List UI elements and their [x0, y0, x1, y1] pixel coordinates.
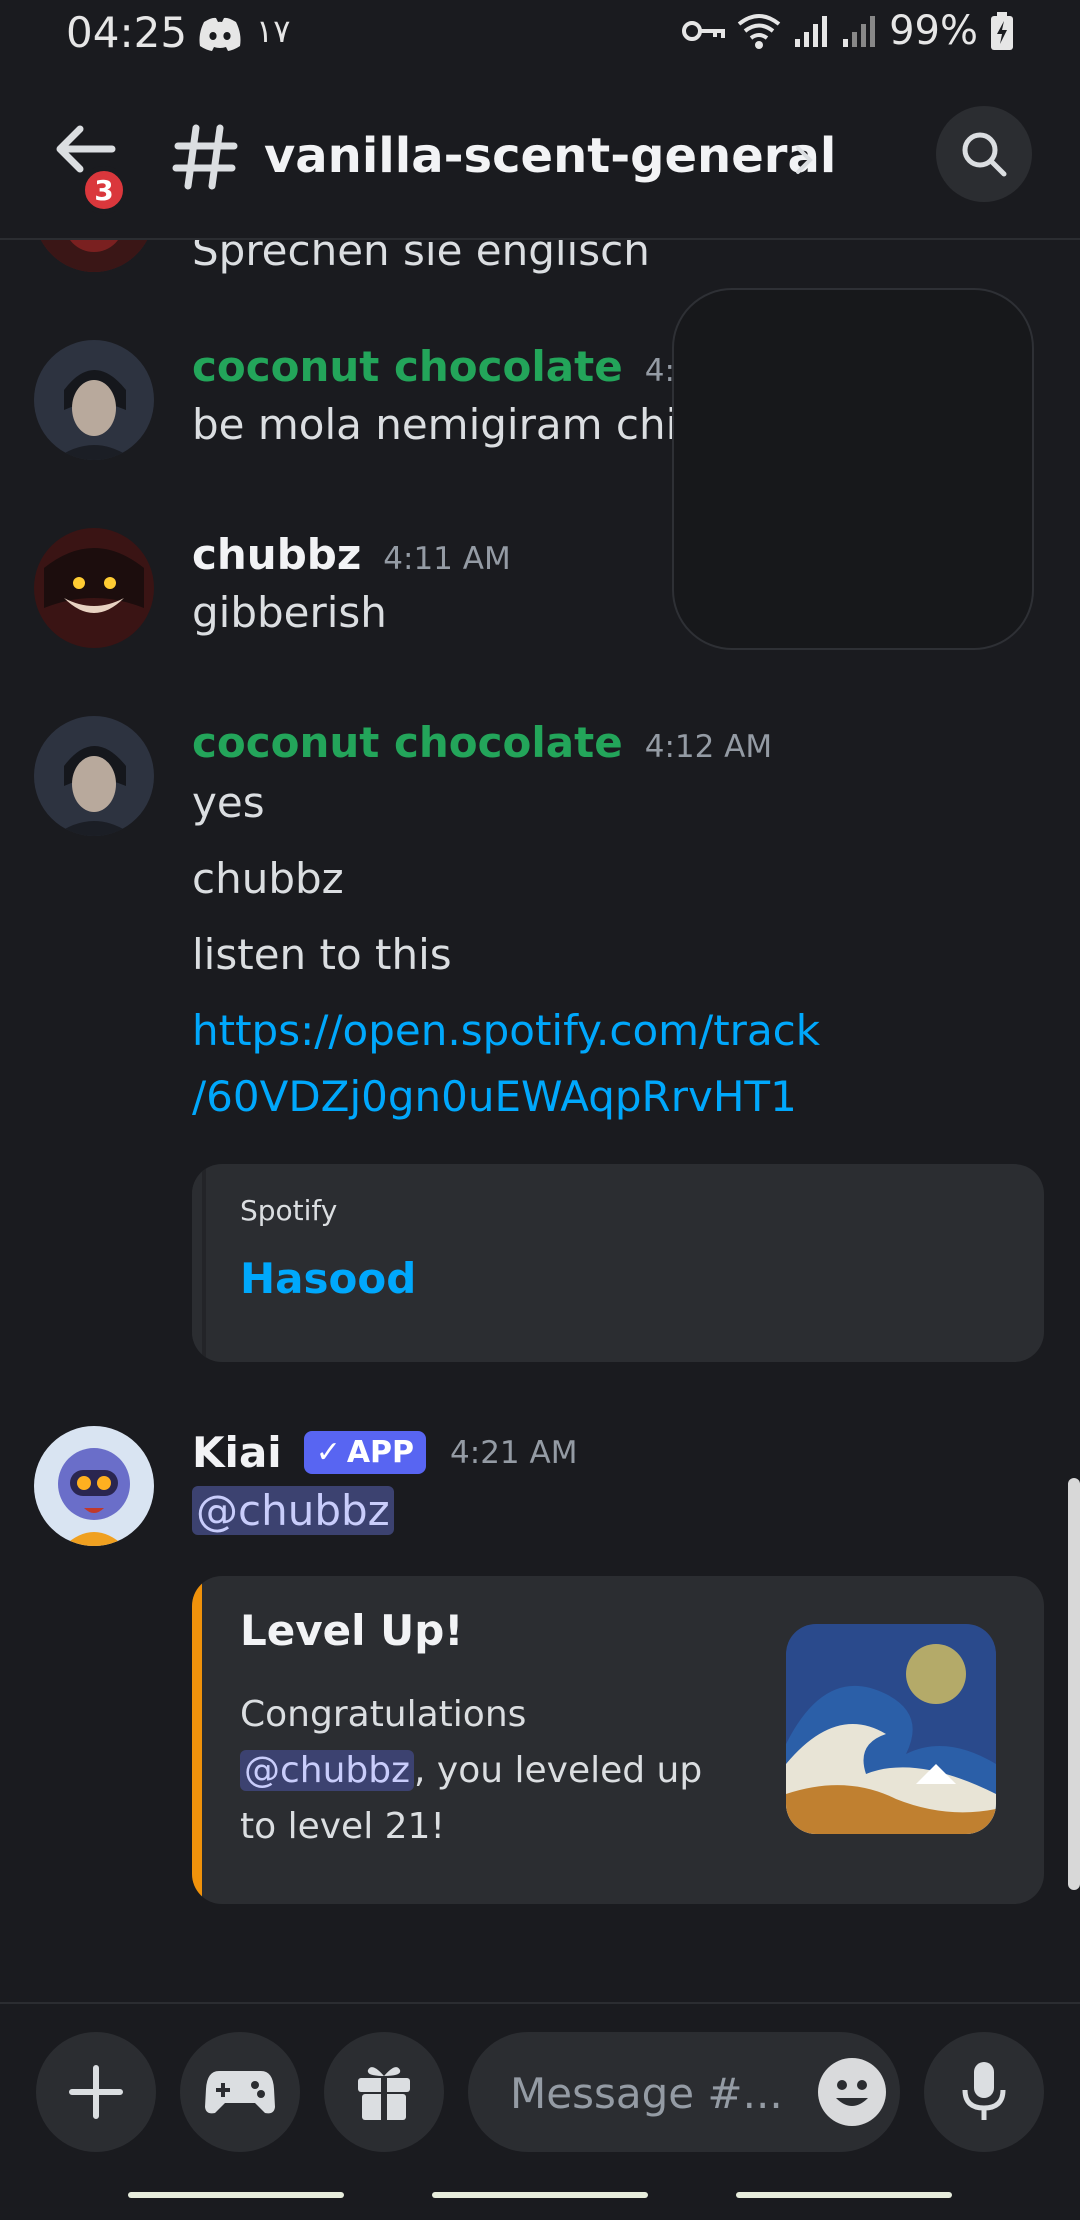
emoji-icon: [836, 2080, 868, 2106]
floating-overlay[interactable]: [672, 288, 1034, 650]
avatar-image: [34, 716, 154, 836]
message-input[interactable]: [468, 2032, 900, 2154]
gift-icon: [358, 2067, 410, 2120]
plus-icon: [69, 2065, 123, 2119]
status-time: 04:25: [66, 8, 188, 57]
avatar[interactable]: [34, 240, 154, 272]
notification-count: ١٧: [256, 12, 291, 50]
voice-message-button[interactable]: [924, 2032, 1044, 2152]
author-name[interactable]: coconut chocolate: [192, 342, 623, 391]
author-line: coconut chocolate 4:07: [192, 342, 714, 391]
vpn-key-icon: [682, 21, 726, 41]
timestamp: 4:12 AM: [644, 729, 773, 765]
avatar-image: [34, 528, 154, 648]
message-link[interactable]: https://open.spotify.com/track: [192, 1006, 820, 1055]
message-text: Sprechen sie englisch: [192, 240, 650, 275]
embed-line: @chubbz, you leveled up: [240, 1750, 702, 1791]
timestamp: 4:21 AM: [450, 1434, 578, 1471]
discord-icon: [199, 17, 241, 51]
embed-provider: Spotify: [240, 1194, 338, 1227]
activities-button[interactable]: [180, 2032, 300, 2152]
scrollbar-thumb[interactable]: [1068, 1478, 1080, 1890]
author-line: Kiai ✓ APP 4:21 AM: [192, 1428, 577, 1477]
emoji-button[interactable]: [818, 2058, 886, 2126]
message-field[interactable]: [508, 2032, 812, 2154]
chevron-right-icon[interactable]: [790, 142, 818, 178]
embed-thumbnail[interactable]: [786, 1624, 996, 1834]
author-name[interactable]: Kiai: [192, 1428, 282, 1477]
battery-percent: 99%: [889, 8, 978, 54]
system-nav-bar: [0, 2180, 1080, 2220]
search-button[interactable]: [936, 106, 1032, 202]
spotify-embed[interactable]: Spotify Hasood: [192, 1164, 1044, 1362]
wifi-icon: [737, 14, 781, 49]
app-badge: ✓ APP: [303, 1431, 427, 1474]
embed-title[interactable]: Hasood: [240, 1254, 416, 1303]
author-name[interactable]: coconut chocolate: [192, 718, 623, 767]
embed-title: Level Up!: [240, 1606, 464, 1655]
timestamp: 4:11 AM: [383, 541, 511, 577]
battery-charging-icon: [991, 12, 1013, 50]
embed-bar: [192, 1164, 206, 1362]
status-icons: 99%: [681, 8, 1014, 54]
hashtag-icon: [172, 124, 238, 190]
author-line: chubbz 4:11 AM: [192, 530, 511, 579]
author-name[interactable]: chubbz: [192, 530, 361, 579]
gift-button[interactable]: [324, 2032, 444, 2152]
avatar-image: [34, 1426, 154, 1546]
nav-back-button[interactable]: [736, 2192, 952, 2198]
avatar-image: [34, 340, 154, 460]
embed-text: , you leveled up: [414, 1750, 703, 1791]
gamepad-icon: [205, 2071, 275, 2114]
embed-line: to level 21!: [240, 1806, 445, 1847]
avatar[interactable]: [34, 340, 154, 460]
message-composer: [0, 2002, 1080, 2154]
levelup-embed: Level Up! Congratulations @chubbz, you l…: [192, 1576, 1044, 1904]
channel-header: 3 vanilla-scent-general: [0, 74, 1080, 240]
add-attachment-button[interactable]: [36, 2032, 156, 2152]
message-mention: @chubbz: [192, 1486, 394, 1535]
channel-name[interactable]: vanilla-scent-general: [264, 128, 836, 184]
microphone-icon: [962, 2062, 1006, 2120]
check-icon: ✓: [315, 1435, 341, 1470]
avatar[interactable]: [34, 528, 154, 648]
embed-line: Congratulations: [240, 1694, 527, 1735]
signal-icon: [795, 16, 828, 47]
user-mention[interactable]: @chubbz: [240, 1750, 415, 1791]
signal-icon-2: [843, 16, 876, 47]
wave-art-image: [786, 1624, 996, 1834]
app-badge-label: APP: [346, 1435, 415, 1470]
message-text: yes: [192, 778, 265, 827]
message-partial: Sprechen sie englisch: [0, 240, 1080, 280]
status-bar: 04:25 ١٧ 99%: [0, 0, 1080, 74]
unread-badge: 3: [80, 166, 128, 214]
avatar-image: [40, 240, 148, 272]
message-text: chubbz: [192, 854, 344, 903]
message-text: be mola nemigiram chi: [192, 400, 678, 449]
message-text: listen to this: [192, 930, 452, 979]
user-mention[interactable]: @chubbz: [192, 1486, 394, 1535]
avatar[interactable]: [34, 716, 154, 836]
search-icon: [962, 132, 1007, 177]
nav-home-button[interactable]: [432, 2192, 648, 2198]
embed-accent-bar: [192, 1576, 202, 1904]
message-link[interactable]: /60VDZj0gn0uEWAqpRrvHT1: [192, 1072, 797, 1121]
avatar[interactable]: [34, 1426, 154, 1546]
author-line: coconut chocolate 4:12 AM: [192, 718, 772, 767]
message-text: gibberish: [192, 588, 387, 637]
nav-recents-button[interactable]: [128, 2192, 344, 2198]
